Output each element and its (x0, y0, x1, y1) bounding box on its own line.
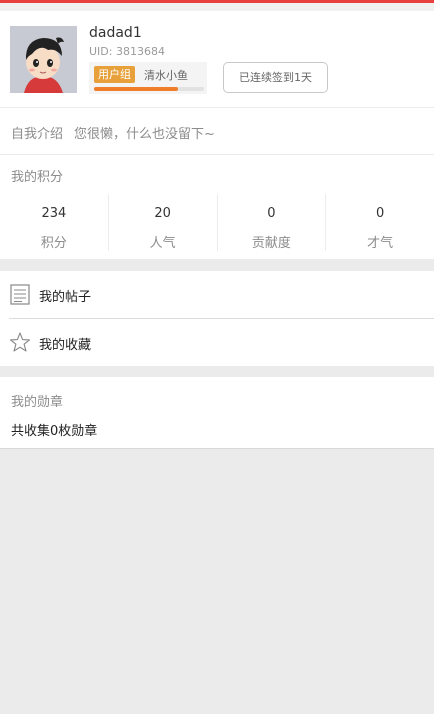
star-icon (9, 332, 31, 353)
stat-popularity: 20 人气 (107, 194, 217, 251)
stat-label: 才气 (367, 236, 394, 251)
medals-section[interactable]: 我的勋章 共收集0枚勋章 (0, 377, 434, 449)
menu-label: 我的帖子 (39, 290, 92, 305)
stat-points: 234 积分 (0, 194, 108, 251)
menu-list: 我的帖子 我的收藏 (0, 271, 434, 366)
stat-label: 积分 (40, 236, 67, 251)
avatar-image (10, 26, 77, 93)
medals-count: 共收集0枚勋章 (11, 424, 98, 439)
self-intro-row[interactable]: 自我介绍 您很懒，什么也没留下~ (0, 108, 434, 154)
medals-title: 我的勋章 (11, 395, 64, 410)
intro-text: 您很懒，什么也没留下~ (74, 127, 215, 142)
points-title: 我的积分 (11, 170, 64, 185)
stat-label: 人气 (149, 236, 176, 251)
points-stats: 234 积分 20 人气 0 贡献度 0 才气 (0, 194, 434, 251)
stat-label: 贡献度 (251, 236, 291, 251)
stat-value: 20 (154, 206, 171, 221)
menu-label: 我的收藏 (39, 338, 92, 353)
stat-talent: 0 才气 (325, 194, 434, 251)
group-badge: 用户组 (94, 66, 135, 83)
intro-label: 自我介绍 (11, 127, 64, 142)
user-id: UID: 3813684 (89, 45, 165, 58)
user-group: 用户组 清水小鱼 (89, 62, 207, 94)
username: dadad1 (89, 25, 142, 41)
avatar[interactable] (10, 26, 77, 93)
stat-value: 0 (267, 206, 276, 221)
menu-item-my-posts[interactable]: 我的帖子 (0, 271, 434, 318)
group-name: 清水小鱼 (144, 69, 188, 82)
stat-contribution: 0 贡献度 (216, 194, 326, 251)
menu-item-my-favorites[interactable]: 我的收藏 (0, 319, 434, 366)
signin-button[interactable]: 已连续签到1天 (223, 62, 328, 93)
stat-value: 234 (41, 206, 67, 221)
document-icon (10, 284, 30, 305)
stat-value: 0 (375, 206, 385, 221)
profile-card: dadad1 UID: 3813684 用户组 清水小鱼 已连续签到1天 (0, 11, 434, 107)
points-section: 我的积分 234 积分 20 人气 0 贡献度 0 才气 (0, 155, 434, 259)
group-progress-fill (94, 87, 178, 91)
top-spacer (0, 3, 434, 11)
group-progress-bar (94, 87, 204, 91)
